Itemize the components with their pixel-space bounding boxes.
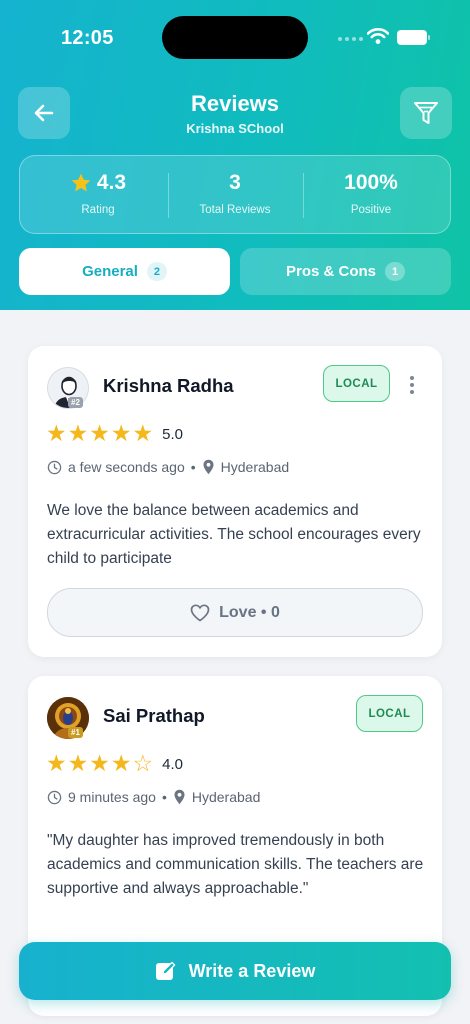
filter-button[interactable] [400,87,452,139]
star-full-icon: ★ [67,751,89,777]
filter-icon [414,102,438,124]
review-meta: a few seconds ago • Hyderabad [47,459,289,475]
signal-icon [338,37,363,41]
review-time: 9 minutes ago [68,789,156,805]
review-card: #2 Krishna Radha LOCAL ★ ★ ★ ★ ★ 5.0 a f… [28,346,442,657]
star-full-icon: ★ [110,751,132,777]
star-full-icon: ★ [89,751,110,777]
stat-positive: 100% Positive [301,156,441,235]
separator-dot: • [190,459,196,475]
review-location: Hyderabad [220,459,290,475]
stat-total-value: 3 [229,171,241,194]
review-text: "My daughter has improved tremendously i… [47,832,424,897]
more-options-button[interactable] [404,372,420,398]
stat-positive-label: Positive [350,204,392,216]
review-location: Hyderabad [191,789,261,805]
stats-card: 4.3 Rating 3 Total Reviews 100% Positive [19,155,451,234]
star-full-icon: ★ [89,421,110,447]
star-rating: ★ ★ ★ ★ ★ 5.0 [46,422,183,446]
stat-rating-value: 4.3 [96,171,127,194]
header: 12:05 Reviews Krishna SChool 4.3 Rating … [0,0,470,310]
tab-general-label: General [82,263,138,280]
status-time: 12:05 [61,27,114,49]
star-full-icon: ★ [110,421,132,447]
star-full-icon: ★ [132,421,154,447]
star-full-icon: ★ [46,421,67,447]
stat-total-reviews: 3 Total Reviews [165,156,305,235]
tab-pros-cons[interactable]: Pros & Cons 1 [240,248,451,295]
rank-badge: #2 [68,397,83,408]
local-badge: LOCAL [323,365,390,402]
rating-value: 5.0 [162,425,183,443]
local-badge: LOCAL [356,695,423,732]
reviewer-name: Sai Prathap [103,705,205,726]
clock-icon [47,460,62,474]
tab-pros-cons-label: Pros & Cons [285,263,376,280]
stat-positive-value: 100% [344,171,398,194]
reviewer-name: Krishna Radha [103,375,234,396]
status-bar: 12:05 [0,0,470,76]
wifi-icon [367,28,389,44]
stat-total-label: Total Reviews [199,204,271,216]
stat-rating: 4.3 Rating [28,156,168,235]
star-full-icon: ★ [67,421,89,447]
love-label: Love • 0 [219,603,280,621]
location-pin-icon [174,789,185,805]
write-review-button[interactable]: Write a Review [19,942,451,1000]
clock-icon [47,790,62,804]
tab-general[interactable]: General 2 [19,248,230,295]
rank-badge: #1 [68,727,83,738]
star-empty-icon: ☆ [132,751,154,777]
write-review-label: Write a Review [188,960,316,981]
stat-rating-label: Rating [81,204,115,216]
star-full-icon: ★ [46,751,67,777]
more-icon [410,376,414,380]
tab-pros-cons-count: 1 [385,262,405,281]
location-pin-icon [203,459,214,475]
review-text: We love the balance between academics an… [47,502,421,567]
review-meta: 9 minutes ago • Hyderabad [47,789,260,805]
star-icon [71,173,91,192]
love-button[interactable]: Love • 0 [47,588,423,637]
tab-general-count: 2 [146,262,167,281]
review-time: a few seconds ago [68,459,185,475]
dynamic-island [162,16,308,59]
battery-icon [397,30,430,45]
heart-icon [190,603,210,621]
edit-icon [155,961,175,980]
star-rating: ★ ★ ★ ★ ☆ 4.0 [46,752,183,776]
separator-dot: • [161,789,167,805]
rating-value: 4.0 [162,755,183,773]
